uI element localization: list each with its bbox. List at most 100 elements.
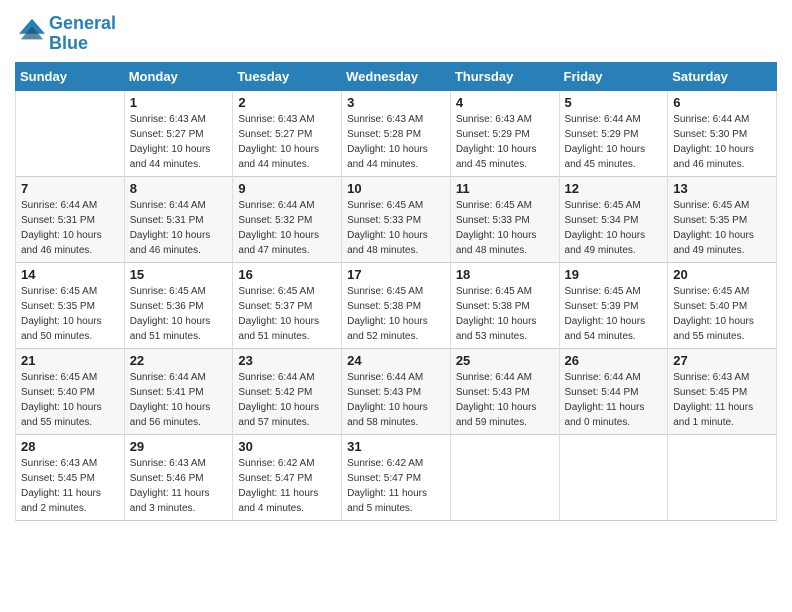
day-number: 23: [238, 353, 336, 368]
day-info: Sunrise: 6:44 AMSunset: 5:44 PMDaylight:…: [565, 370, 663, 430]
day-cell: 4 Sunrise: 6:43 AMSunset: 5:29 PMDaylight…: [450, 90, 559, 176]
day-number: 13: [673, 181, 771, 196]
day-info: Sunrise: 6:44 AMSunset: 5:31 PMDaylight:…: [130, 198, 228, 258]
day-info: Sunrise: 6:44 AMSunset: 5:31 PMDaylight:…: [21, 198, 119, 258]
day-number: 8: [130, 181, 228, 196]
col-header-thursday: Thursday: [450, 62, 559, 90]
day-number: 4: [456, 95, 554, 110]
logo-icon: [17, 17, 47, 45]
day-cell: 12 Sunrise: 6:45 AMSunset: 5:34 PMDayligh…: [559, 176, 668, 262]
day-info: Sunrise: 6:45 AMSunset: 5:40 PMDaylight:…: [21, 370, 119, 430]
day-info: Sunrise: 6:45 AMSunset: 5:38 PMDaylight:…: [456, 284, 554, 344]
day-cell: 18 Sunrise: 6:45 AMSunset: 5:38 PMDayligh…: [450, 262, 559, 348]
day-number: 3: [347, 95, 445, 110]
col-header-monday: Monday: [124, 62, 233, 90]
day-info: Sunrise: 6:45 AMSunset: 5:39 PMDaylight:…: [565, 284, 663, 344]
day-cell: 23Sunrise: 6:44 AMSunset: 5:42 PMDayligh…: [233, 348, 342, 434]
day-cell: 30Sunrise: 6:42 AMSunset: 5:47 PMDayligh…: [233, 434, 342, 520]
day-cell: 3Sunrise: 6:43 AMSunset: 5:28 PMDaylight…: [342, 90, 451, 176]
day-number: 17: [347, 267, 445, 282]
day-info: Sunrise: 6:45 AMSunset: 5:38 PMDaylight:…: [347, 284, 445, 344]
calendar-table: SundayMondayTuesdayWednesdayThursdayFrid…: [15, 62, 777, 521]
day-number: 25: [456, 353, 554, 368]
day-info: Sunrise: 6:45 AMSunset: 5:37 PMDaylight:…: [238, 284, 336, 344]
day-number: 28: [21, 439, 119, 454]
day-info: Sunrise: 6:43 AMSunset: 5:29 PMDaylight:…: [456, 112, 554, 172]
day-number: 19: [565, 267, 663, 282]
day-cell: 17 Sunrise: 6:45 AMSunset: 5:38 PMDayligh…: [342, 262, 451, 348]
logo-text: General Blue: [49, 14, 116, 54]
day-cell: [559, 434, 668, 520]
day-cell: 1 Sunrise: 6:43 AMSunset: 5:27 PMDaylight…: [124, 90, 233, 176]
day-info: Sunrise: 6:44 AMSunset: 5:30 PMDaylight:…: [673, 112, 771, 172]
col-header-wednesday: Wednesday: [342, 62, 451, 90]
day-cell: 28 Sunrise: 6:43 AMSunset: 5:45 PMDayligh…: [16, 434, 125, 520]
day-number: 20: [673, 267, 771, 282]
week-row-2: 7 Sunrise: 6:44 AMSunset: 5:31 PMDaylight…: [16, 176, 777, 262]
day-info: Sunrise: 6:45 AMSunset: 5:40 PMDaylight:…: [673, 284, 771, 344]
day-cell: 9Sunrise: 6:44 AMSunset: 5:32 PMDaylight…: [233, 176, 342, 262]
day-cell: 2 Sunrise: 6:43 AMSunset: 5:27 PMDaylight…: [233, 90, 342, 176]
day-cell: 26 Sunrise: 6:44 AMSunset: 5:44 PMDayligh…: [559, 348, 668, 434]
day-info: Sunrise: 6:45 AMSunset: 5:36 PMDaylight:…: [130, 284, 228, 344]
day-cell: 13Sunrise: 6:45 AMSunset: 5:35 PMDayligh…: [668, 176, 777, 262]
day-cell: 21 Sunrise: 6:45 AMSunset: 5:40 PMDayligh…: [16, 348, 125, 434]
day-cell: 15 Sunrise: 6:45 AMSunset: 5:36 PMDayligh…: [124, 262, 233, 348]
day-info: Sunrise: 6:43 AMSunset: 5:27 PMDaylight:…: [238, 112, 336, 172]
col-header-saturday: Saturday: [668, 62, 777, 90]
day-info: Sunrise: 6:43 AMSunset: 5:45 PMDaylight:…: [21, 456, 119, 516]
day-info: Sunrise: 6:43 AMSunset: 5:45 PMDaylight:…: [673, 370, 771, 430]
day-cell: 22Sunrise: 6:44 AMSunset: 5:41 PMDayligh…: [124, 348, 233, 434]
day-number: 14: [21, 267, 119, 282]
day-cell: 29 Sunrise: 6:43 AMSunset: 5:46 PMDayligh…: [124, 434, 233, 520]
day-cell: 10Sunrise: 6:45 AMSunset: 5:33 PMDayligh…: [342, 176, 451, 262]
day-info: Sunrise: 6:44 AMSunset: 5:43 PMDaylight:…: [456, 370, 554, 430]
day-cell: 5Sunrise: 6:44 AMSunset: 5:29 PMDaylight…: [559, 90, 668, 176]
day-cell: 6 Sunrise: 6:44 AMSunset: 5:30 PMDaylight…: [668, 90, 777, 176]
week-row-1: 1 Sunrise: 6:43 AMSunset: 5:27 PMDaylight…: [16, 90, 777, 176]
col-header-tuesday: Tuesday: [233, 62, 342, 90]
day-info: Sunrise: 6:45 AMSunset: 5:35 PMDaylight:…: [21, 284, 119, 344]
day-cell: 14 Sunrise: 6:45 AMSunset: 5:35 PMDayligh…: [16, 262, 125, 348]
week-row-5: 28 Sunrise: 6:43 AMSunset: 5:45 PMDayligh…: [16, 434, 777, 520]
day-info: Sunrise: 6:44 AMSunset: 5:43 PMDaylight:…: [347, 370, 445, 430]
day-number: 15: [130, 267, 228, 282]
day-number: 24: [347, 353, 445, 368]
day-number: 18: [456, 267, 554, 282]
day-cell: 27 Sunrise: 6:43 AMSunset: 5:45 PMDayligh…: [668, 348, 777, 434]
day-cell: 11 Sunrise: 6:45 AMSunset: 5:33 PMDayligh…: [450, 176, 559, 262]
col-header-friday: Friday: [559, 62, 668, 90]
week-row-3: 14 Sunrise: 6:45 AMSunset: 5:35 PMDayligh…: [16, 262, 777, 348]
day-cell: 24 Sunrise: 6:44 AMSunset: 5:43 PMDayligh…: [342, 348, 451, 434]
day-number: 5: [565, 95, 663, 110]
day-number: 2: [238, 95, 336, 110]
day-info: Sunrise: 6:43 AMSunset: 5:27 PMDaylight:…: [130, 112, 228, 172]
day-cell: 16Sunrise: 6:45 AMSunset: 5:37 PMDayligh…: [233, 262, 342, 348]
day-number: 27: [673, 353, 771, 368]
day-info: Sunrise: 6:45 AMSunset: 5:33 PMDaylight:…: [347, 198, 445, 258]
day-number: 7: [21, 181, 119, 196]
day-info: Sunrise: 6:43 AMSunset: 5:46 PMDaylight:…: [130, 456, 228, 516]
day-cell: [450, 434, 559, 520]
day-number: 30: [238, 439, 336, 454]
day-cell: 20 Sunrise: 6:45 AMSunset: 5:40 PMDayligh…: [668, 262, 777, 348]
day-cell: 7 Sunrise: 6:44 AMSunset: 5:31 PMDaylight…: [16, 176, 125, 262]
day-cell: 25 Sunrise: 6:44 AMSunset: 5:43 PMDayligh…: [450, 348, 559, 434]
day-number: 1: [130, 95, 228, 110]
day-number: 21: [21, 353, 119, 368]
day-info: Sunrise: 6:45 AMSunset: 5:33 PMDaylight:…: [456, 198, 554, 258]
day-cell: 19 Sunrise: 6:45 AMSunset: 5:39 PMDayligh…: [559, 262, 668, 348]
day-number: 29: [130, 439, 228, 454]
day-number: 9: [238, 181, 336, 196]
day-info: Sunrise: 6:45 AMSunset: 5:34 PMDaylight:…: [565, 198, 663, 258]
day-number: 12: [565, 181, 663, 196]
day-number: 26: [565, 353, 663, 368]
day-cell: [16, 90, 125, 176]
day-number: 6: [673, 95, 771, 110]
day-info: Sunrise: 6:42 AMSunset: 5:47 PMDaylight:…: [347, 456, 445, 516]
page-header: General Blue: [15, 10, 777, 54]
day-number: 11: [456, 181, 554, 196]
week-row-4: 21 Sunrise: 6:45 AMSunset: 5:40 PMDayligh…: [16, 348, 777, 434]
day-number: 31: [347, 439, 445, 454]
day-number: 22: [130, 353, 228, 368]
